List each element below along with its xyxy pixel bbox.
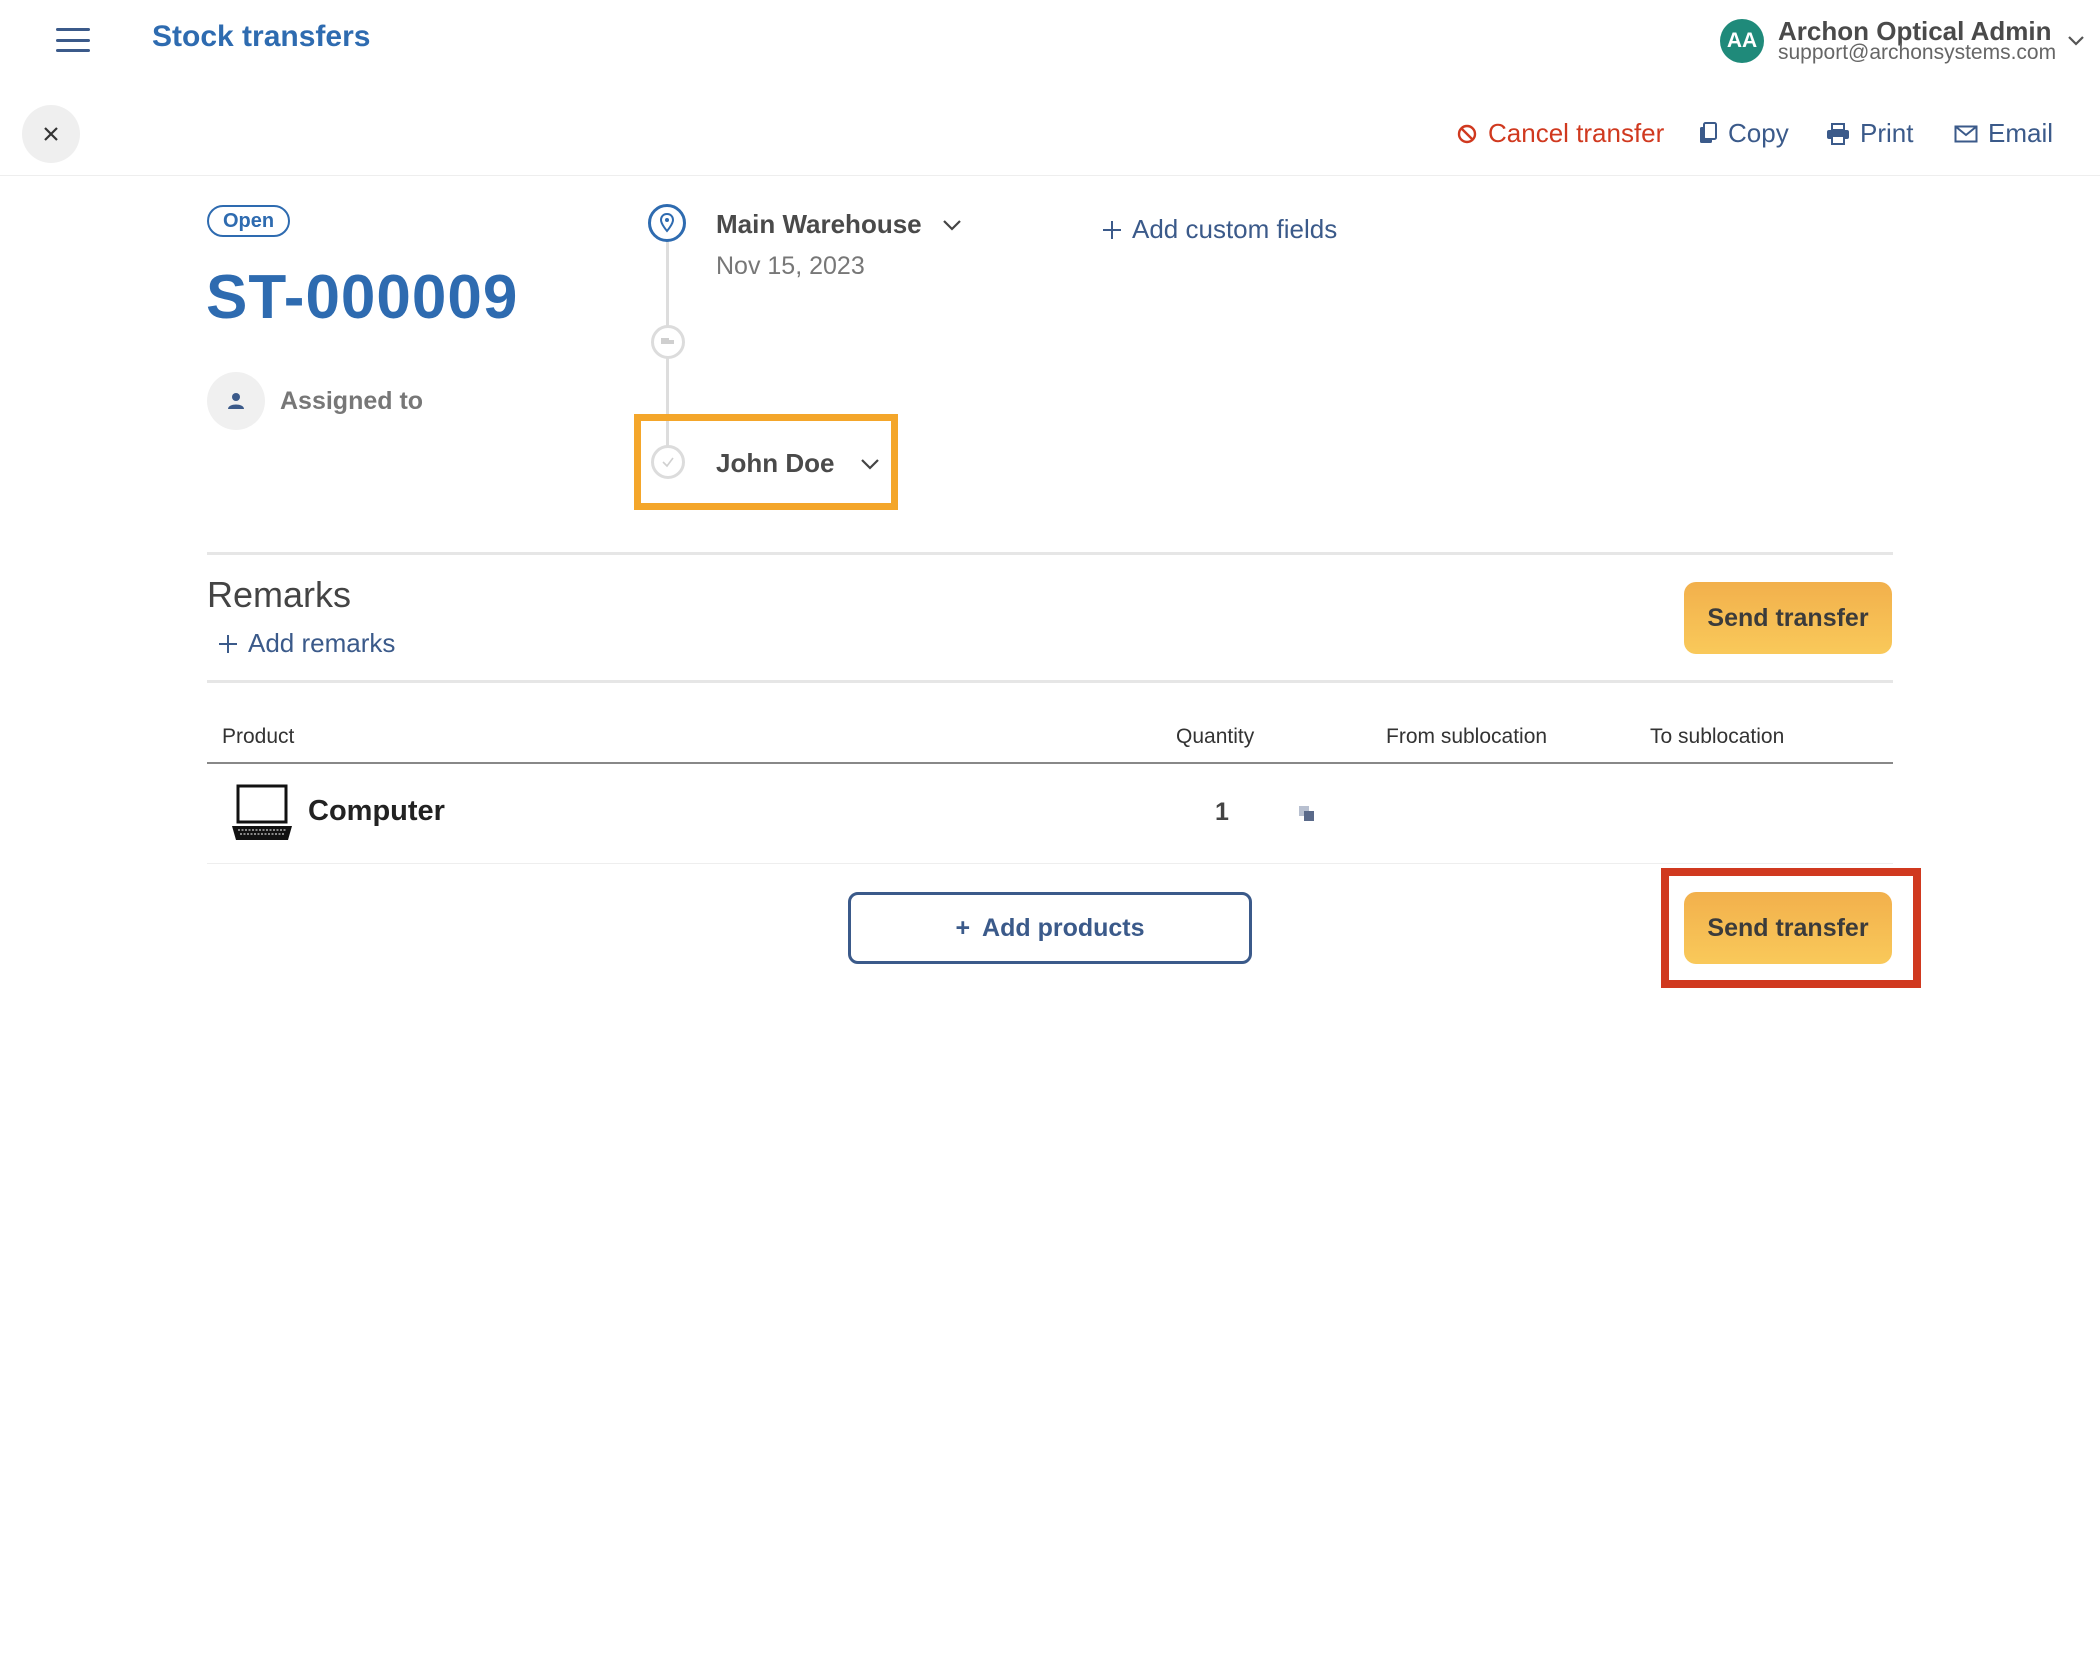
send-transfer-button[interactable]: Send transfer <box>1684 582 1892 654</box>
cancel-transfer-label: Cancel transfer <box>1488 118 1665 148</box>
column-header-quantity: Quantity <box>1176 725 1255 748</box>
from-location-select[interactable]: Main Warehouse <box>716 209 962 240</box>
add-products-label: Add products <box>982 913 1145 942</box>
copy-button[interactable]: Copy <box>1698 118 1789 149</box>
assigned-to-label[interactable]: Assigned to <box>280 387 423 416</box>
add-products-button[interactable]: + Add products <box>848 892 1252 964</box>
remarks-title: Remarks <box>207 574 352 615</box>
send-transfer-highlight <box>1661 868 1921 988</box>
user-icon <box>228 393 244 409</box>
cancel-transfer-button[interactable]: Cancel transfer <box>1456 118 1664 149</box>
plus-icon <box>219 634 237 653</box>
transfer-number: ST-000009 <box>206 263 519 332</box>
print-label: Print <box>1860 118 1914 148</box>
to-location-highlight <box>634 414 898 510</box>
add-remarks-button[interactable]: Add remarks <box>218 628 395 659</box>
avatar[interactable]: AA <box>1720 19 1764 63</box>
status-badge: Open <box>207 205 291 237</box>
map-pin-icon <box>648 204 686 242</box>
close-icon <box>44 127 58 141</box>
column-header-to-sublocation: To sublocation <box>1650 725 1785 748</box>
printer-icon <box>1827 122 1849 145</box>
toolbar-divider <box>0 175 2100 176</box>
email-button[interactable]: Email <box>1954 118 2053 149</box>
menu-icon[interactable] <box>56 26 90 54</box>
close-button[interactable] <box>22 105 80 163</box>
copy-icon <box>1700 121 1717 143</box>
laptop-icon <box>232 784 292 840</box>
product-name[interactable]: Computer <box>308 795 445 828</box>
add-custom-fields-label: Add custom fields <box>1132 214 1338 244</box>
divider <box>207 680 1893 683</box>
from-location-label: Main Warehouse <box>716 209 922 239</box>
plus-icon <box>1103 220 1121 239</box>
column-header-from-sublocation: From sublocation <box>1386 725 1548 748</box>
add-custom-fields-button[interactable]: Add custom fields <box>1102 214 1337 245</box>
user-email: support@archonsystems.com <box>1778 41 2057 64</box>
print-button[interactable]: Print <box>1826 118 1913 149</box>
assignee-button[interactable] <box>207 372 265 430</box>
column-header-product: Product <box>222 725 295 748</box>
add-remarks-label: Add remarks <box>248 628 396 658</box>
plus-icon: + <box>955 913 971 942</box>
duplicate-icon[interactable] <box>1297 804 1317 824</box>
page-title: Stock transfers <box>152 20 371 53</box>
chevron-down-icon[interactable] <box>2066 30 2086 50</box>
copy-label: Copy <box>1728 118 1789 148</box>
email-label: Email <box>1988 118 2054 148</box>
transfer-date[interactable]: Nov 15, 2023 <box>716 252 865 281</box>
envelope-icon <box>1954 125 1978 142</box>
chevron-down-icon <box>942 219 961 231</box>
truck-icon <box>651 325 685 359</box>
ban-icon <box>1457 124 1477 143</box>
table-row[interactable] <box>207 764 1893 864</box>
quantity-value[interactable]: 1 <box>1215 798 1229 827</box>
divider <box>207 552 1893 555</box>
